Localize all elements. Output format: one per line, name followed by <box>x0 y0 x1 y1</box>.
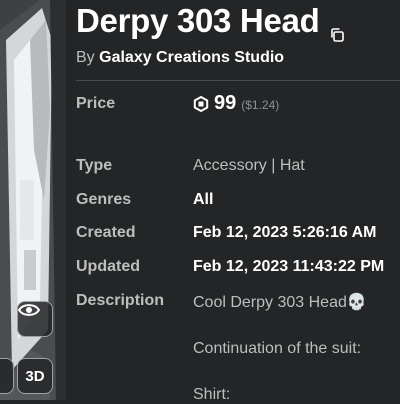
price-usd: ($1.24) <box>241 98 280 112</box>
copy-icon[interactable] <box>329 13 345 42</box>
genres-label: Genres <box>76 191 132 208</box>
price-amount: 99 <box>214 92 237 114</box>
item-title: Derpy 303 Head <box>76 2 320 39</box>
creator-byline: By Galaxy Creations Studio <box>76 49 284 67</box>
created-value: Feb 12, 2023 5:26:16 AM <box>193 224 377 241</box>
description-line: Cool Derpy 303 Head💀 <box>193 294 367 311</box>
view-3d-label: 3D <box>25 367 45 385</box>
description-line: Continuation of the suit: <box>193 340 362 357</box>
updated-label: Updated <box>76 258 140 275</box>
type-label: Type <box>76 157 113 174</box>
price-label: Price <box>76 95 116 112</box>
genres-value[interactable]: All <box>193 191 213 209</box>
description-label: Description <box>76 292 165 309</box>
item-title-row: Derpy 303 Head <box>76 2 345 42</box>
view-toggle-button[interactable] <box>17 301 53 337</box>
by-prefix: By <box>76 49 95 66</box>
item-thumbnail: 3D <box>0 0 66 400</box>
type-value[interactable]: Accessory | Hat <box>193 157 305 175</box>
price-value: 99 ($1.24) <box>193 92 279 115</box>
thumbnail-option-button[interactable] <box>0 358 14 394</box>
thumbnail-render <box>0 0 66 400</box>
creator-link[interactable]: Galaxy Creations Studio <box>99 49 284 66</box>
created-label: Created <box>76 224 136 241</box>
divider <box>76 80 400 81</box>
updated-value: Feb 12, 2023 11:43:22 PM <box>193 258 385 275</box>
view-3d-button[interactable]: 3D <box>17 358 53 394</box>
description-line: Shirt: <box>193 386 231 403</box>
robux-icon <box>193 95 209 112</box>
